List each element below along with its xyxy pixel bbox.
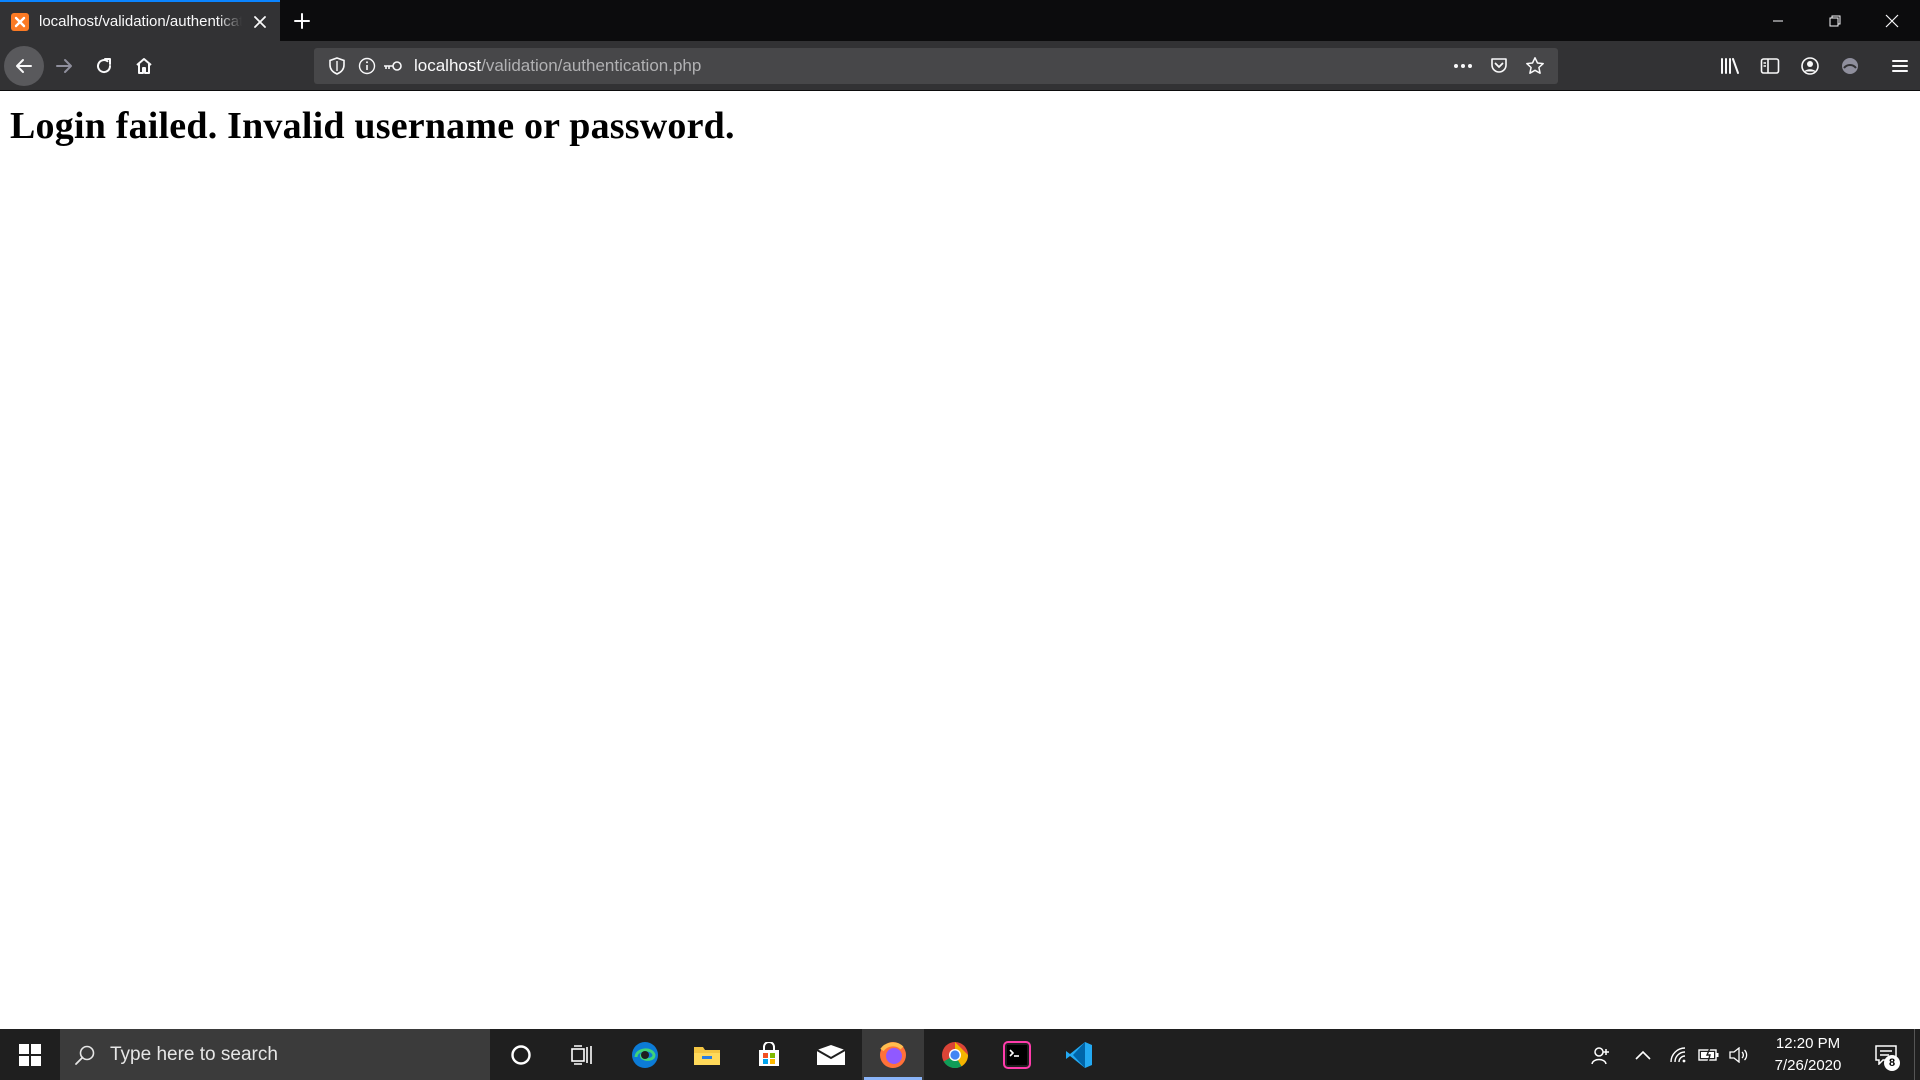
- toolbar-right: [1710, 46, 1920, 86]
- people-icon[interactable]: [1580, 1029, 1622, 1080]
- password-key-icon[interactable]: [382, 51, 404, 81]
- file-explorer-icon[interactable]: [676, 1029, 738, 1080]
- system-tray: 12:20 PM 7/26/2020 8: [1580, 1029, 1920, 1080]
- windows-taskbar: Type here to search 12:20 PM 7/26/2020 8: [0, 1029, 1920, 1080]
- library-icon[interactable]: [1710, 46, 1750, 86]
- close-window-icon[interactable]: [1863, 0, 1920, 41]
- title-bar: localhost/validation/authentication.php: [0, 0, 1920, 41]
- taskbar-search-box[interactable]: Type here to search: [60, 1029, 490, 1080]
- clock-time: 12:20 PM: [1775, 1034, 1841, 1052]
- task-view-icon[interactable]: [552, 1029, 614, 1080]
- back-arrow-icon: [16, 58, 32, 73]
- terminal-icon[interactable]: [986, 1029, 1048, 1080]
- navigation-toolbar: localhost/validation/authentication.php: [0, 41, 1920, 91]
- back-button[interactable]: [4, 45, 44, 86]
- chrome-icon[interactable]: [924, 1029, 986, 1080]
- show-desktop-button[interactable]: [1914, 1029, 1920, 1080]
- windows-logo-icon: [19, 1043, 41, 1066]
- sidebar-icon[interactable]: [1750, 46, 1790, 86]
- window-controls: [1749, 0, 1920, 41]
- forward-button[interactable]: [44, 46, 84, 86]
- mail-icon[interactable]: [800, 1029, 862, 1080]
- browser-tab[interactable]: localhost/validation/authentication.php: [0, 0, 280, 41]
- pocket-icon[interactable]: [1484, 51, 1514, 81]
- search-placeholder: Type here to search: [110, 1043, 278, 1065]
- tab-close-icon[interactable]: [248, 10, 272, 34]
- new-tab-icon[interactable]: [282, 0, 322, 41]
- wifi-icon[interactable]: [1664, 1029, 1694, 1080]
- restore-icon[interactable]: [1806, 0, 1863, 41]
- search-icon: [75, 1045, 95, 1065]
- vscode-icon[interactable]: [1048, 1029, 1110, 1080]
- account-icon[interactable]: [1790, 46, 1830, 86]
- home-button[interactable]: [124, 46, 164, 86]
- menu-icon[interactable]: [1880, 46, 1920, 86]
- error-heading: Login failed. Invalid username or passwo…: [10, 105, 735, 147]
- page-actions-icon[interactable]: [1448, 51, 1478, 81]
- address-bar[interactable]: localhost/validation/authentication.php: [314, 48, 1558, 84]
- taskbar-clock[interactable]: 12:20 PM 7/26/2020: [1762, 1033, 1854, 1077]
- url-path: /validation/authentication.php: [481, 56, 702, 75]
- url-host: localhost: [414, 56, 482, 75]
- notification-badge: 8: [1884, 1055, 1900, 1071]
- page-content: Login failed. Invalid username or passwo…: [0, 92, 1920, 1029]
- extension-icon[interactable]: [1830, 46, 1870, 86]
- volume-icon[interactable]: [1724, 1029, 1754, 1080]
- start-button[interactable]: [0, 1029, 60, 1080]
- edge-icon[interactable]: [614, 1029, 676, 1080]
- bookmark-star-icon[interactable]: [1520, 51, 1550, 81]
- forward-arrow-icon: [56, 58, 72, 73]
- chevron-up-icon[interactable]: [1622, 1029, 1664, 1080]
- reload-icon: [97, 57, 112, 73]
- site-info-icon[interactable]: [352, 51, 382, 81]
- tracking-shield-icon[interactable]: [322, 51, 352, 81]
- action-center-icon[interactable]: 8: [1862, 1029, 1910, 1080]
- clock-date: 7/26/2020: [1774, 1056, 1842, 1074]
- tab-title: localhost/validation/authentication.php: [39, 13, 242, 30]
- store-icon[interactable]: [738, 1029, 800, 1080]
- minimize-icon[interactable]: [1749, 0, 1806, 41]
- cortana-icon[interactable]: [490, 1029, 552, 1080]
- home-icon: [136, 57, 152, 74]
- xampp-favicon-icon: [11, 12, 29, 31]
- battery-icon[interactable]: [1694, 1029, 1724, 1080]
- url-text[interactable]: localhost/validation/authentication.php: [414, 56, 701, 76]
- reload-button[interactable]: [84, 46, 124, 86]
- firefox-icon[interactable]: [862, 1029, 924, 1080]
